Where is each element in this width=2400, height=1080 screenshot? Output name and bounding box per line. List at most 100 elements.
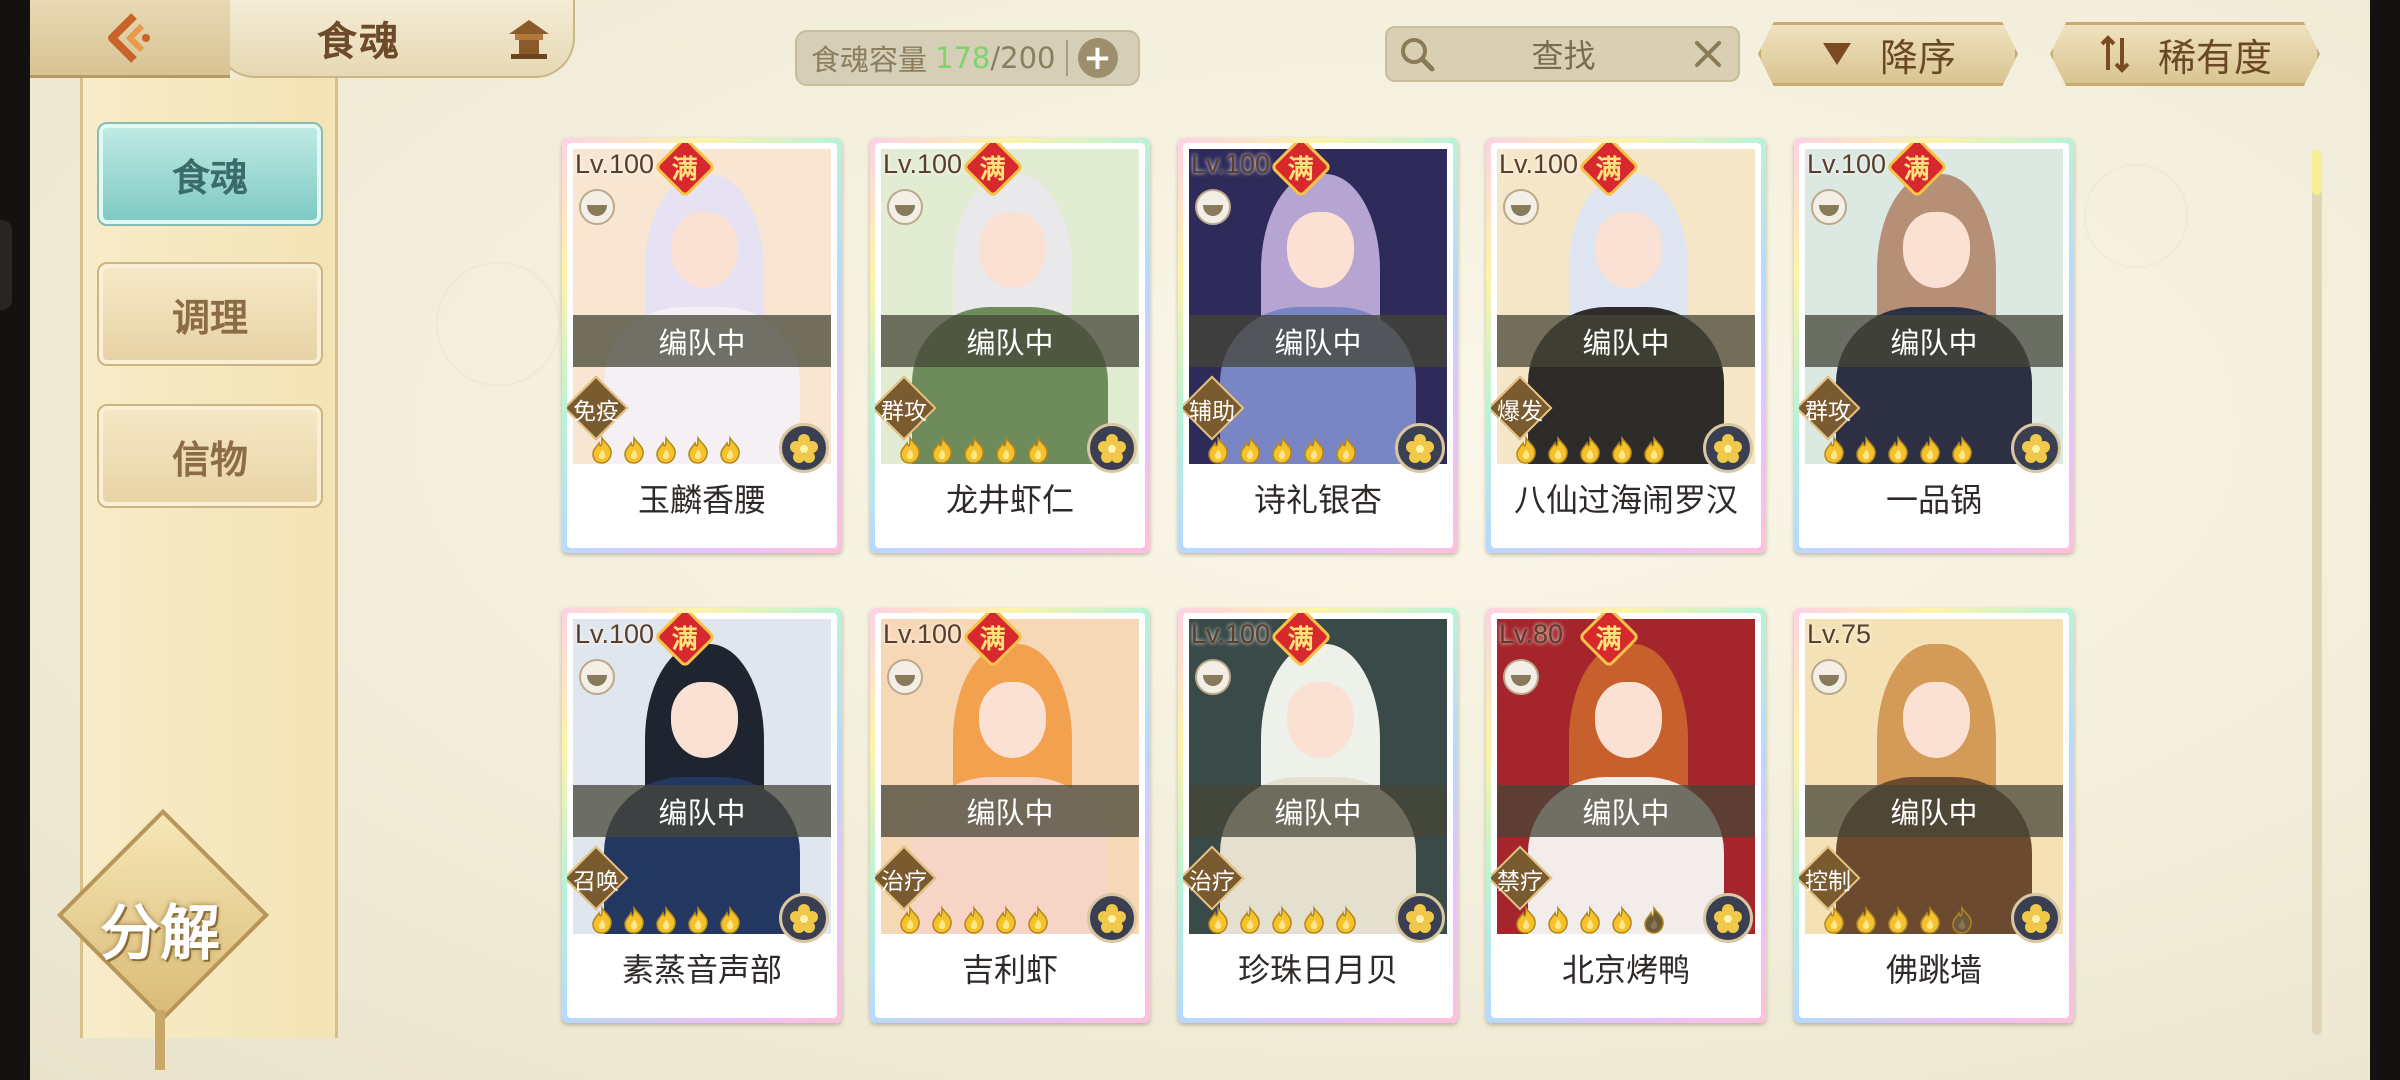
flower-element-icon (1087, 893, 1137, 943)
level-label: Lv.100 (1191, 619, 1271, 649)
level-label: Lv.100 (883, 619, 963, 649)
flame-star-icon (1028, 905, 1048, 934)
in-team-band: 编队中 (1497, 315, 1755, 367)
flame-star-icon (720, 435, 740, 464)
role-label: 群攻 (881, 399, 927, 425)
level-label: Lv.100 (883, 149, 963, 179)
page-title: 食魂 (317, 18, 401, 65)
card-frame: Lv.100 满 编队中 治疗 (875, 613, 1145, 1018)
flame-star-icon (1336, 905, 1356, 934)
search-input[interactable]: 查找 (1437, 31, 1690, 77)
card-frame: Lv.100 满 编队中 召唤 素蒸音声部 (567, 613, 837, 1018)
flame-star-icon (656, 905, 676, 934)
food-soul-card[interactable]: Lv.100 满 编队中 免疫 玉麟香腰 (562, 138, 842, 553)
character-name: 吉利虾 (875, 943, 1145, 997)
sidebar-item-label: 食魂 (171, 154, 248, 200)
portrait-face (979, 682, 1047, 758)
flower-element-icon (1703, 893, 1753, 943)
character-name: 北京烤鸭 (1491, 943, 1761, 997)
flame-star-icon (1888, 435, 1908, 464)
add-capacity-button[interactable]: + (1077, 38, 1118, 78)
sort-arrows-icon (2100, 35, 2130, 73)
flame-star-icon (1920, 435, 1940, 464)
portrait-face (671, 212, 739, 288)
sidebar-item-tokens[interactable]: 信物 (97, 404, 323, 508)
flower-element-icon (2011, 893, 2061, 943)
sidebar-item-label: 调理 (171, 294, 248, 340)
close-icon[interactable] (1690, 36, 1726, 72)
bowl-icon (1195, 189, 1231, 225)
role-label: 召唤 (573, 869, 619, 895)
bowl-icon (887, 659, 923, 695)
max-level-text: 满 (1903, 154, 1931, 185)
search-icon (1401, 38, 1435, 72)
sidebar-item-cooking[interactable]: 调理 (97, 262, 323, 366)
role-badge: 控制 (1799, 845, 1861, 911)
role-badge: 爆发 (1491, 375, 1553, 441)
in-team-label: 编队中 (658, 326, 746, 360)
flame-star-icon (964, 435, 984, 464)
max-level-text: 满 (1595, 154, 1623, 185)
sidebar-item-food-soul[interactable]: 食魂 (97, 122, 323, 226)
in-team-band: 编队中 (573, 315, 831, 367)
food-soul-card[interactable]: Lv.100 满 编队中 治疗 (870, 608, 1150, 1023)
device-notch (0, 220, 12, 310)
flame-star-icon (1304, 905, 1324, 934)
in-team-band: 编队中 (1805, 315, 2063, 367)
back-arrow-icon (108, 12, 150, 63)
flame-star-icon (996, 435, 1016, 464)
card-frame: Lv.75 编队中 控制 佛跳墙 (1799, 613, 2069, 1018)
flame-star-icon (1304, 435, 1324, 464)
role-label: 治疗 (881, 869, 927, 895)
food-soul-card[interactable]: Lv.100 满 编队中 群攻 (870, 138, 1150, 553)
flower-element-icon (779, 893, 829, 943)
scrollbar-track[interactable] (2312, 150, 2322, 1035)
in-team-label: 编队中 (658, 796, 746, 830)
pavilion-icon[interactable] (505, 16, 553, 62)
role-badge: 治疗 (875, 845, 937, 911)
flame-star-icon (1612, 905, 1632, 934)
flame-star-icon (1612, 435, 1632, 464)
sort-rarity-button[interactable]: 稀有度 (2050, 22, 2320, 86)
food-soul-card[interactable]: Lv.75 编队中 控制 佛跳墙 (1794, 608, 2074, 1023)
flower-element-icon (1087, 423, 1137, 473)
portrait-face (671, 682, 739, 758)
flame-star-icon (1888, 905, 1908, 934)
max-level-text: 满 (979, 154, 1007, 185)
portrait-face (1595, 682, 1663, 758)
food-soul-card[interactable]: Lv.100 满 编队中 治疗 (1178, 608, 1458, 1023)
character-name: 龙井虾仁 (875, 473, 1145, 527)
food-soul-card[interactable]: Lv.80 满 编队中 禁疗 北京烤鸭 (1486, 608, 1766, 1023)
search-box[interactable]: 查找 (1385, 26, 1740, 82)
back-button[interactable] (30, 0, 230, 78)
level-label: Lv.75 (1807, 619, 1872, 649)
flame-star-icon (1336, 435, 1356, 464)
capacity-display: 食魂容量 178 /200 + (795, 30, 1140, 86)
bowl-icon (1195, 659, 1231, 695)
food-soul-card[interactable]: Lv.100 满 编队中 辅助 诗礼银杏 (1178, 138, 1458, 553)
flame-star-icon (656, 435, 676, 464)
bowl-icon (887, 189, 923, 225)
flame-star-icon (1272, 435, 1292, 464)
flame-star-icon (1028, 435, 1048, 464)
in-team-band: 编队中 (1189, 315, 1447, 367)
portrait-face (1903, 212, 1971, 288)
max-level-text: 满 (1595, 624, 1623, 655)
capacity-divider (1065, 40, 1068, 76)
role-label: 辅助 (1189, 399, 1235, 425)
max-level-text: 满 (671, 624, 699, 655)
level-label: Lv.100 (575, 619, 655, 649)
level-label: Lv.100 (1807, 149, 1887, 179)
card-frame: Lv.100 满 编队中 辅助 诗礼银杏 (1183, 143, 1453, 548)
food-soul-card[interactable]: Lv.100 满 编队中 群攻 (1794, 138, 2074, 553)
sort-order-label: 降序 (1879, 35, 1956, 80)
sort-order-button[interactable]: 降序 (1758, 22, 2018, 86)
food-soul-card[interactable]: Lv.100 满 编队中 爆发 八仙过海闹罗汉 (1486, 138, 1766, 553)
in-team-band: 编队中 (1189, 785, 1447, 837)
role-badge: 群攻 (875, 375, 937, 441)
card-frame: Lv.100 满 编队中 免疫 玉麟香腰 (567, 143, 837, 548)
role-label: 爆发 (1497, 399, 1543, 425)
scrollbar-thumb[interactable] (2312, 150, 2322, 195)
bowl-icon (1811, 189, 1847, 225)
food-soul-card[interactable]: Lv.100 满 编队中 召唤 素蒸音声部 (562, 608, 842, 1023)
